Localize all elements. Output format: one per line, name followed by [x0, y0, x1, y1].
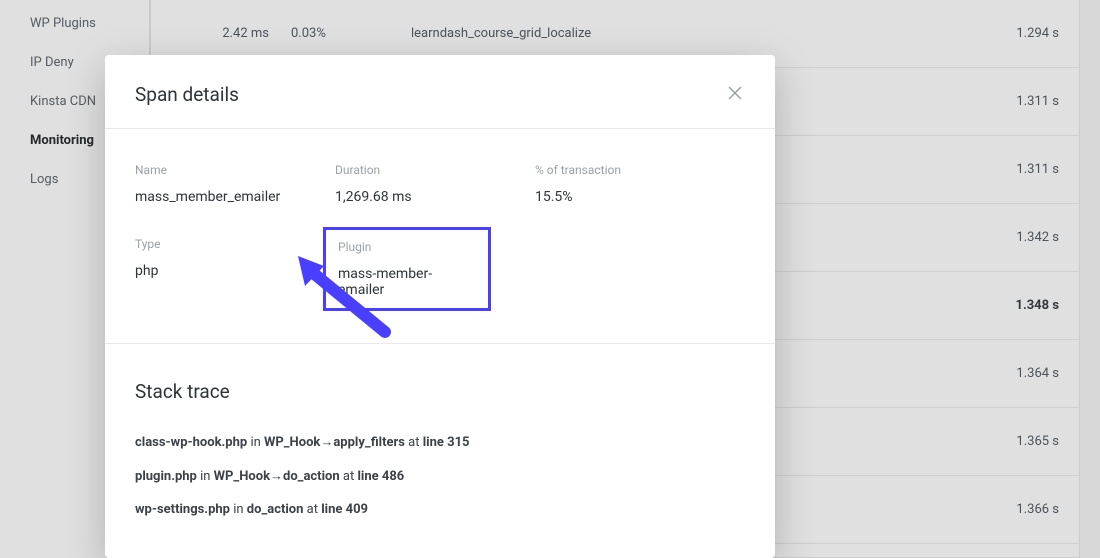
annotation-arrow-icon [290, 254, 410, 348]
stack-func: WP_Hook→apply_filters [264, 435, 405, 450]
stack-file: wp-settings.php [135, 502, 230, 517]
stack-func: WP_Hook→do_action [214, 469, 340, 484]
stack-line-no: line 409 [321, 502, 368, 517]
span-details-grid: Name mass_member_emailer Duration 1,269.… [105, 129, 775, 344]
stack-trace-title: Stack trace [135, 380, 745, 403]
close-icon [728, 85, 742, 104]
stack-trace-line: class-wp-hook.php in WP_Hook→apply_filte… [135, 433, 745, 453]
detail-type-label: Type [135, 237, 335, 251]
detail-percent-label: % of transaction [535, 163, 735, 177]
stack-file: plugin.php [135, 469, 197, 484]
stack-trace-section: Stack trace class-wp-hook.php in WP_Hook… [105, 344, 775, 558]
stack-trace-line: plugin.php in WP_Hook→do_action at line … [135, 467, 745, 487]
stack-line-no: line 486 [357, 469, 404, 484]
detail-plugin-label: Plugin [338, 240, 476, 254]
detail-percent-value: 15.5% [535, 189, 735, 205]
modal-title: Span details [135, 83, 239, 106]
stack-func: do_action [247, 502, 304, 517]
detail-duration-label: Duration [335, 163, 535, 177]
detail-name-label: Name [135, 163, 335, 177]
span-details-modal: Span details Name mass_member_emailer Du… [105, 55, 775, 558]
detail-name-value: mass_member_emailer [135, 189, 335, 205]
close-button[interactable] [725, 85, 745, 105]
detail-duration-value: 1,269.68 ms [335, 189, 535, 205]
stack-line-no: line 315 [423, 435, 470, 450]
stack-trace-line: wp-settings.php in do_action at line 409 [135, 500, 745, 520]
stack-file: class-wp-hook.php [135, 435, 247, 450]
